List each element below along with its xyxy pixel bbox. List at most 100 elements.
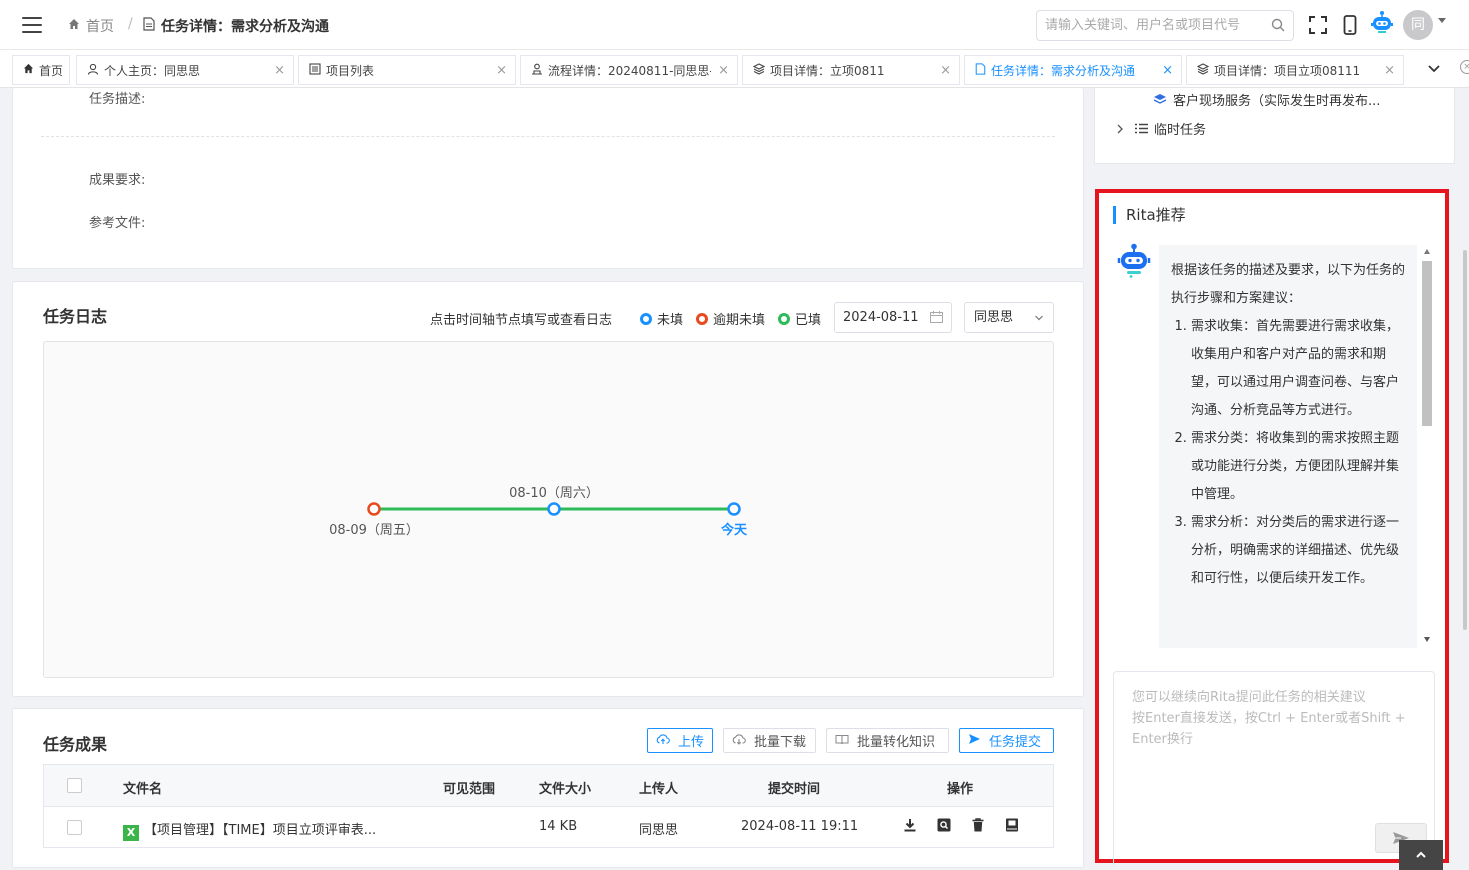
- book-icon: [835, 734, 849, 748]
- file-name-cell[interactable]: X 【项目管理】【TIME】项目立项评审表...: [123, 819, 376, 841]
- tab-project-detail-2[interactable]: 项目详情：项目立项08111 ×: [1186, 55, 1404, 85]
- tab-flow-detail[interactable]: 流程详情：20240811-同思思-I ×: [520, 55, 738, 85]
- page-scrollbar[interactable]: [1463, 250, 1467, 630]
- reference-files-label: 参考文件:: [89, 216, 146, 231]
- layers-icon: [1153, 93, 1167, 104]
- chevron-right-icon[interactable]: [1115, 124, 1125, 134]
- search-icon[interactable]: [1271, 18, 1285, 32]
- batch-convert-button[interactable]: 批量转化知识: [826, 728, 949, 753]
- breadcrumb-current-label: 任务详情：需求分析及沟通: [161, 19, 329, 35]
- file-size-cell: 14 KB: [539, 819, 578, 834]
- user-icon: [87, 63, 99, 78]
- layers-icon: [752, 62, 766, 78]
- tabs-close-all-icon[interactable]: ×: [1460, 60, 1469, 74]
- timeline-hint: 点击时间轴节点填写或查看日志: [430, 313, 613, 328]
- close-icon[interactable]: ×: [1162, 63, 1173, 78]
- close-icon[interactable]: ×: [718, 63, 729, 78]
- rita-panel-title: Rita推荐: [1113, 206, 1186, 224]
- tab-personal-home[interactable]: 个人主页：同思思 ×: [76, 55, 294, 85]
- rita-question-input[interactable]: [1114, 672, 1434, 822]
- timeline-node-today[interactable]: [727, 502, 741, 516]
- result-requirement-label: 成果要求:: [89, 173, 146, 188]
- batch-download-button[interactable]: 批量下载: [723, 728, 816, 753]
- legend-label: 未填: [657, 313, 684, 328]
- archive-book-icon[interactable]: [1004, 817, 1020, 833]
- rita-message-intro: 根据该任务的描述及要求，以下为任务的执行步骤和方案建议：: [1171, 263, 1406, 306]
- close-icon[interactable]: ×: [496, 63, 507, 78]
- task-result-card: 任务成果 上传 批量下载 批量转化知识 任务提交 文件名 可见范围 文件大小 上…: [12, 708, 1084, 868]
- list-icon: [309, 62, 321, 78]
- breadcrumb-home-label: 首页: [86, 19, 114, 35]
- divider: [41, 136, 1055, 137]
- legend-filled: 已填: [778, 309, 821, 328]
- fullscreen-icon[interactable]: [1307, 14, 1329, 36]
- tree-item-label: 临时任务: [1154, 123, 1207, 138]
- breadcrumb-current: 任务详情：需求分析及沟通: [143, 16, 329, 36]
- task-log-card: 任务日志 点击时间轴节点填写或查看日志 未填 逾期未填 已填 2024-08-1…: [12, 281, 1084, 697]
- task-tree-card: 客户现场服务（实际发生时再发布... 临时任务: [1094, 88, 1455, 164]
- column-header: 可见范围: [443, 782, 496, 797]
- tab-task-detail[interactable]: 任务详情：需求分析及沟通 ×: [964, 55, 1182, 85]
- user-avatar[interactable]: 同: [1403, 10, 1433, 40]
- menu-toggle-icon[interactable]: [22, 17, 42, 33]
- tree-item-temp-tasks[interactable]: 临时任务: [1115, 119, 1206, 138]
- row-checkbox[interactable]: [67, 820, 82, 835]
- rita-step-item: 需求分析：对分类后的需求进行逐一分析，明确需求的详细描述、优先级和可行性，以便后…: [1191, 509, 1407, 593]
- preview-icon[interactable]: [936, 817, 952, 833]
- avatar-dropdown-caret-icon[interactable]: [1438, 18, 1446, 23]
- task-submit-button[interactable]: 任务提交: [959, 728, 1054, 753]
- back-to-top-button[interactable]: [1399, 840, 1443, 870]
- task-log-title: 任务日志: [43, 307, 108, 326]
- rita-recommend-panel: Rita推荐 根据该任务的描述及要求，以下为任务的执行步骤和方案建议： 需求收集…: [1095, 189, 1449, 867]
- close-icon[interactable]: ×: [940, 63, 951, 78]
- tab-project-detail-1[interactable]: 项目详情：立项0811 ×: [742, 55, 960, 85]
- date-picker[interactable]: 2024-08-11: [834, 302, 952, 333]
- timeline-node-0810[interactable]: [547, 502, 561, 516]
- search-input[interactable]: [1037, 11, 1257, 40]
- tab-label: 个人主页：同思思: [104, 63, 201, 78]
- close-icon[interactable]: ×: [1384, 63, 1395, 78]
- date-picker-value: 2024-08-11: [843, 310, 919, 325]
- rita-steps-list: 需求收集：首先需要进行需求收集，收集用户和客户对产品的需求和期望，可以通过用户调…: [1191, 313, 1407, 593]
- calendar-icon: [930, 311, 943, 323]
- breadcrumb-separator: /: [128, 16, 133, 32]
- tabs-more-chevron-icon[interactable]: [1416, 56, 1452, 82]
- user-select[interactable]: 同思思: [964, 302, 1054, 333]
- select-all-checkbox[interactable]: [67, 778, 82, 793]
- tree-item-customer-service[interactable]: 客户现场服务（实际发生时再发布...: [1153, 90, 1380, 109]
- download-icon[interactable]: [902, 817, 918, 833]
- excel-icon: X: [123, 825, 139, 841]
- rita-robot-icon[interactable]: [1370, 10, 1394, 36]
- flow-icon: [531, 63, 543, 78]
- tab-label: 首页: [39, 63, 64, 78]
- task-info-card: 任务描述: 成果要求: 参考文件:: [12, 88, 1084, 269]
- home-icon: [68, 18, 80, 34]
- top-bar: 首页 / 任务详情：需求分析及沟通 同: [0, 0, 1469, 50]
- breadcrumb-home[interactable]: 首页: [68, 16, 114, 36]
- timeline-label-today: 今天: [720, 523, 747, 538]
- scroll-up-icon[interactable]: [1424, 249, 1430, 254]
- scroll-down-icon[interactable]: [1424, 637, 1430, 642]
- task-description-label: 任务描述:: [89, 92, 146, 107]
- timeline-node-0809[interactable]: [367, 502, 381, 516]
- delete-icon[interactable]: [970, 817, 986, 833]
- timeline-label-0809: 08-09（周五）: [329, 523, 419, 538]
- tab-label: 流程详情：20240811-同思思-I: [548, 63, 711, 78]
- submit-time-cell: 2024-08-11 19:11: [741, 819, 859, 834]
- tab-project-list[interactable]: 项目列表 ×: [298, 55, 516, 85]
- cloud-download-icon: [732, 733, 746, 748]
- legend-dot-overdue: [696, 312, 708, 325]
- legend-dot-filled: [778, 312, 790, 325]
- send-icon: [968, 733, 981, 748]
- close-icon[interactable]: ×: [274, 63, 285, 78]
- file-name: 【项目管理】【TIME】项目立项评审表...: [144, 823, 377, 838]
- rita-robot-avatar-icon: [1117, 243, 1151, 278]
- tab-label: 项目列表: [326, 63, 375, 78]
- mobile-icon[interactable]: [1339, 14, 1361, 36]
- legend-overdue: 逾期未填: [696, 309, 765, 328]
- tab-home[interactable]: 首页: [12, 55, 70, 85]
- upload-button[interactable]: 上传: [647, 728, 713, 753]
- message-scroll-thumb[interactable]: [1422, 261, 1432, 426]
- task-result-title: 任务成果: [43, 735, 108, 754]
- column-header: 上传人: [639, 782, 679, 797]
